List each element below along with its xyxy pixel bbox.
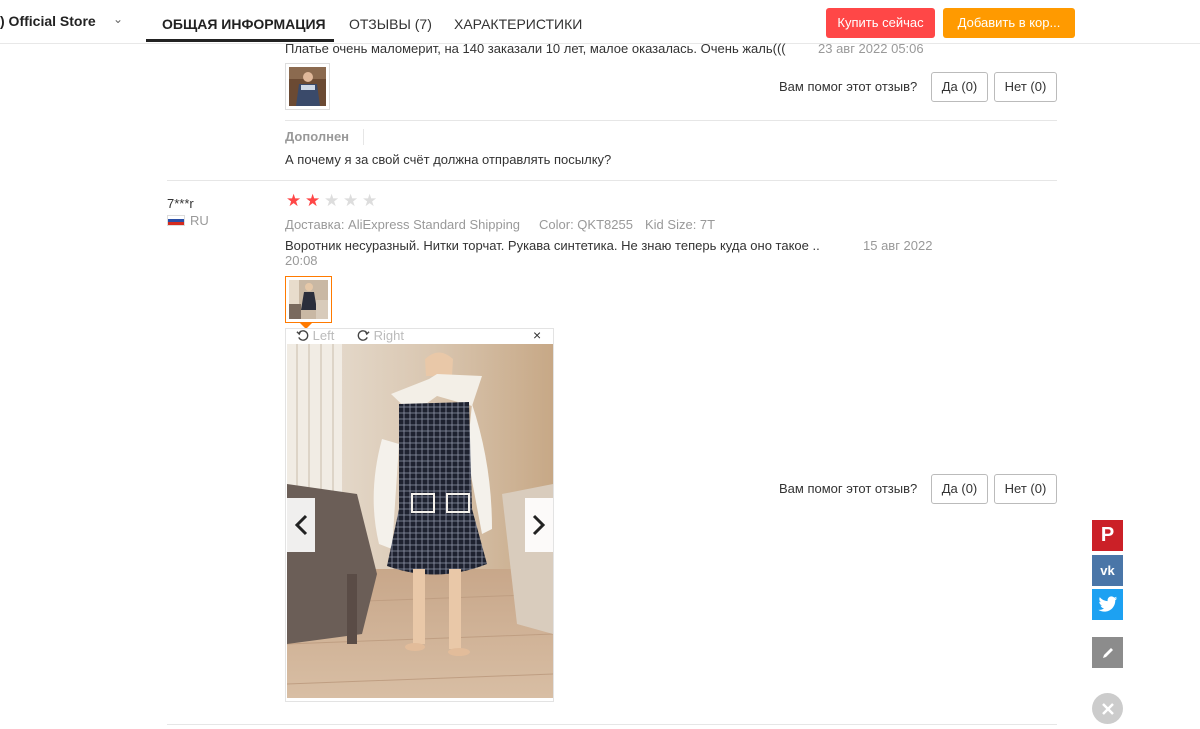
image-viewer: Left Right ×: [285, 328, 554, 702]
review-divider: [167, 724, 1057, 725]
store-name[interactable]: ) Official Store: [0, 13, 96, 29]
twitter-share-button[interactable]: [1092, 589, 1123, 620]
product-tabs-header: ) Official Store ⌄ ОБЩАЯ ИНФОРМАЦИЯ ОТЗЫ…: [0, 0, 1200, 44]
rotate-right-button[interactable]: Right: [357, 329, 404, 343]
review-text: Платье очень маломерит, на 140 заказали …: [285, 41, 786, 56]
star-icon-empty: ★: [362, 191, 378, 210]
review-date: 15 авг 2022: [863, 238, 933, 253]
rotate-left-label: Left: [312, 328, 335, 343]
reviewer-name: 7***r: [167, 196, 194, 211]
review-photo-large: [287, 344, 553, 698]
pinterest-icon: P: [1100, 524, 1115, 546]
additional-review-title: Дополнен: [285, 129, 350, 144]
review-date: 23 авг 2022 05:06: [818, 41, 924, 56]
next-image-button[interactable]: [525, 498, 553, 552]
star-icon-filled: ★: [305, 191, 321, 210]
tab-reviews[interactable]: ОТЗЫВЫ (7): [349, 16, 432, 32]
review-photo-thumbnail-selected[interactable]: [285, 276, 332, 323]
review-time: 20:08: [285, 253, 318, 268]
helpful-no-button[interactable]: Нет (0): [994, 72, 1057, 102]
additional-review-text: А почему я за свой счёт должна отправлят…: [285, 152, 612, 167]
close-icon: [1101, 702, 1114, 715]
star-icon-empty: ★: [343, 191, 359, 210]
rotate-right-label: Right: [373, 328, 404, 343]
close-sidebar-button[interactable]: [1092, 693, 1123, 724]
vk-share-button[interactable]: vk: [1092, 555, 1123, 586]
rotate-left-icon: [296, 330, 309, 341]
twitter-icon: [1097, 596, 1117, 612]
star-icon-empty: ★: [324, 191, 340, 210]
helpful-yes-button[interactable]: Да (0): [931, 72, 988, 102]
add-to-cart-button[interactable]: Добавить в кор...: [943, 8, 1075, 38]
helpful-no-button[interactable]: Нет (0): [994, 474, 1057, 504]
close-icon[interactable]: ×: [533, 328, 541, 342]
rotate-left-button[interactable]: Left: [296, 329, 334, 343]
divider: [363, 129, 364, 145]
star-icon-filled: ★: [286, 191, 302, 210]
color-info: Color: QKT8255: [539, 217, 633, 232]
size-info: Kid Size: 7T: [645, 217, 716, 232]
pinterest-share-button[interactable]: P: [1092, 520, 1123, 551]
russia-flag-icon: [167, 215, 185, 226]
chevron-right-icon: [532, 514, 546, 536]
vk-icon: vk: [1100, 563, 1115, 578]
chevron-down-icon[interactable]: ⌄: [113, 12, 123, 26]
shipping-info: Доставка: AliExpress Standard Shipping: [285, 217, 521, 232]
chevron-left-icon: [294, 514, 308, 536]
review-photo-thumbnail[interactable]: [285, 63, 330, 110]
reviewer-country: RU: [190, 213, 209, 228]
review-text: Воротник несуразный. Нитки торчат. Рукав…: [285, 238, 820, 253]
tab-specs[interactable]: ХАРАКТЕРИСТИКИ: [454, 16, 582, 32]
edit-button[interactable]: [1092, 637, 1123, 668]
pencil-icon: [1102, 647, 1113, 658]
tab-overview[interactable]: ОБЩАЯ ИНФОРМАЦИЯ: [162, 16, 326, 32]
rotate-right-icon: [357, 330, 370, 341]
buy-now-button[interactable]: Купить сейчас: [826, 8, 935, 38]
helpful-yes-button[interactable]: Да (0): [931, 474, 988, 504]
helpful-question: Вам помог этот отзыв?: [779, 481, 918, 496]
previous-image-button[interactable]: [287, 498, 315, 552]
review-photo-image: [287, 344, 553, 698]
image-viewer-toolbar: Left Right ×: [286, 328, 553, 344]
divider: [285, 120, 1057, 121]
helpful-question: Вам помог этот отзыв?: [779, 79, 918, 94]
review-divider: [167, 180, 1057, 181]
